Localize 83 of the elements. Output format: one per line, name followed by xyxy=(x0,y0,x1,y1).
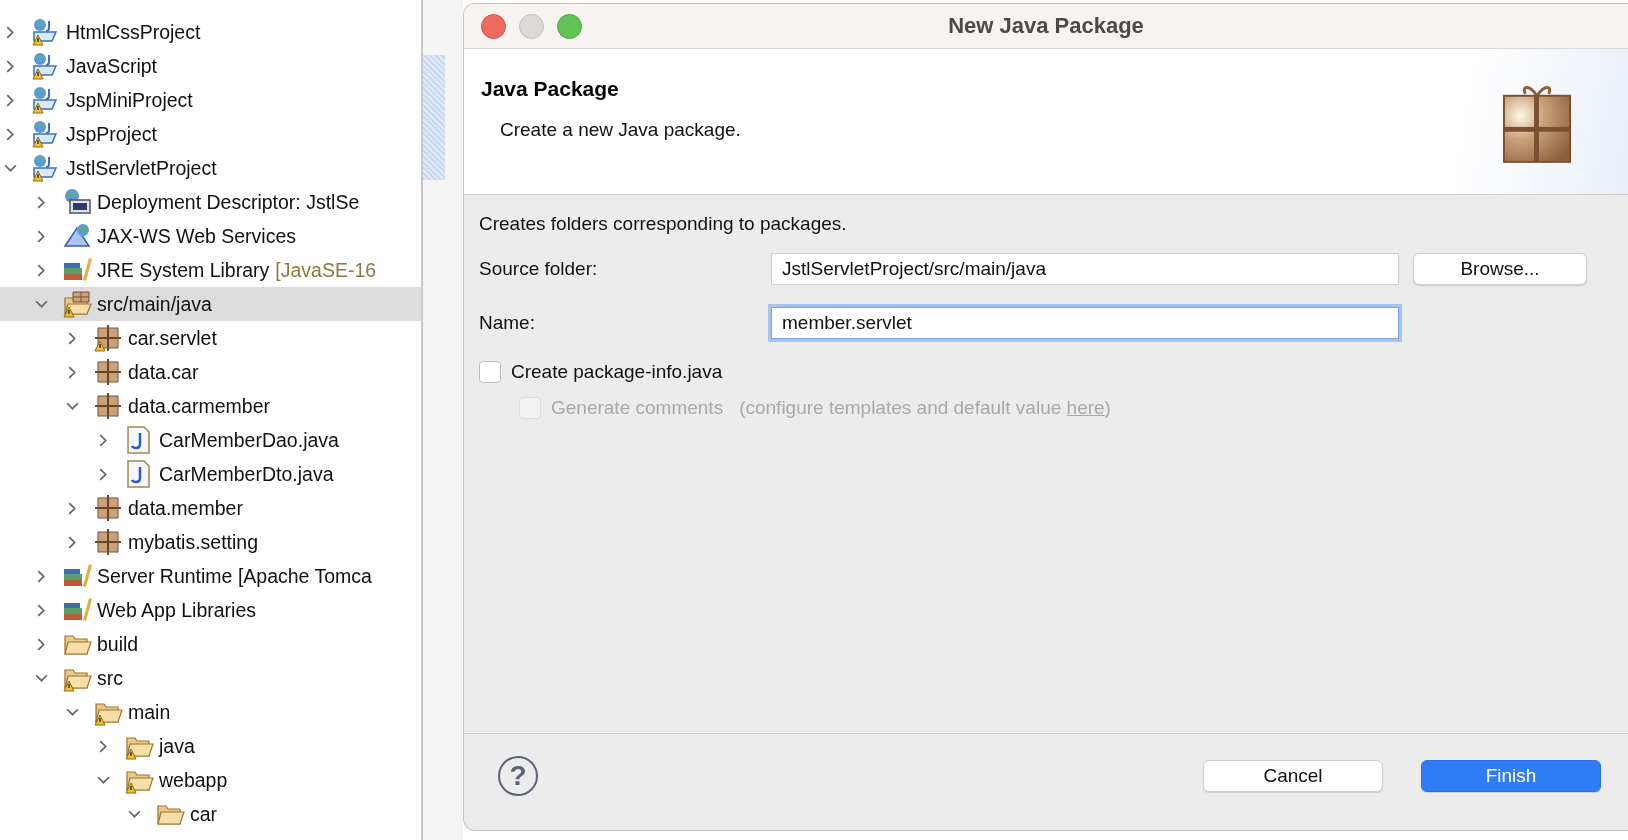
tree-row[interactable]: java xyxy=(0,729,421,763)
expand-chevron-icon[interactable] xyxy=(35,637,48,651)
tree-item-label[interactable]: car xyxy=(190,802,218,826)
tree-item-label[interactable]: data.carmember xyxy=(128,394,270,418)
tree-row[interactable]: Web App Libraries xyxy=(0,593,421,627)
expand-chevron-icon[interactable] xyxy=(35,229,48,243)
tree-item-label[interactable]: JspProject xyxy=(66,122,158,146)
tree-row[interactable]: main xyxy=(0,695,421,729)
finish-button[interactable]: Finish xyxy=(1421,760,1601,792)
expand-chevron-icon[interactable] xyxy=(97,739,110,753)
tree-item-label[interactable]: JstlServletProject xyxy=(66,156,217,180)
checkbox[interactable] xyxy=(479,361,501,383)
tree-item-label[interactable]: java xyxy=(159,734,195,758)
tree-item-label[interactable]: HtmlCssProject xyxy=(66,20,201,44)
tree-item-label[interactable]: webapp xyxy=(159,768,228,792)
expand-chevron-icon[interactable] xyxy=(4,59,17,73)
tree-item-label[interactable]: CarMemberDto.java xyxy=(159,462,334,486)
tree-row[interactable]: JspProject xyxy=(0,117,421,151)
cancel-button[interactable]: Cancel xyxy=(1203,760,1383,792)
checkbox-label: Generate comments xyxy=(551,397,724,419)
tree-row[interactable]: mybatis.setting xyxy=(0,525,421,559)
tree-item-label[interactable]: mybatis.setting xyxy=(128,530,259,554)
hint-text: (configure templates and default value here) xyxy=(739,397,1111,419)
tree-row[interactable]: data.member xyxy=(0,491,421,525)
tree-row[interactable]: Server Runtime [Apache Tomca xyxy=(0,559,421,593)
expand-chevron-icon[interactable] xyxy=(35,263,48,277)
tree-item-label[interactable]: JspMiniProject xyxy=(66,88,193,112)
tree-item-label[interactable]: JAX-WS Web Services xyxy=(97,224,297,248)
tree-row[interactable]: JAX-WS Web Services xyxy=(0,219,421,253)
field-label: Name: xyxy=(479,312,536,334)
page-title: Java Package xyxy=(481,77,620,101)
tree-item-label[interactable]: JRE System Library xyxy=(97,258,270,282)
tree-item-label[interactable]: car.servlet xyxy=(128,326,217,350)
expand-chevron-icon[interactable] xyxy=(66,535,79,549)
tree-row[interactable]: Deployment Descriptor: JstlSe xyxy=(0,185,421,219)
tree-item-label[interactable]: Server Runtime [Apache Tomca xyxy=(97,564,372,588)
name-field[interactable]: member.servlet xyxy=(771,307,1399,339)
tree-item-label[interactable]: data.member xyxy=(128,496,243,520)
tree-item-label[interactable]: Web App Libraries xyxy=(97,598,256,622)
tree-item-label[interactable]: JavaScript xyxy=(66,54,158,78)
tree-row[interactable]: data.car xyxy=(0,355,421,389)
intro-text: Creates folders corresponding to packages. xyxy=(479,213,847,235)
tree-item-label[interactable]: main xyxy=(128,700,171,724)
tree-row[interactable]: CarMemberDto.java xyxy=(0,457,421,491)
tree-item-label[interactable]: Deployment Descriptor: JstlSe xyxy=(97,190,360,214)
tree-item-decoration: [JavaSE-16 xyxy=(275,258,377,282)
tree-row[interactable]: src xyxy=(0,661,421,695)
tree-row[interactable]: JRE System Library [JavaSE-16 xyxy=(0,253,421,287)
expand-chevron-icon[interactable] xyxy=(4,25,17,39)
selected-row[interactable]: src/main/java xyxy=(0,287,421,321)
help-button[interactable]: ? xyxy=(498,756,538,796)
tree-row[interactable]: JstlServletProject xyxy=(0,151,421,185)
tree-row[interactable]: car xyxy=(0,797,421,831)
tree-item-label[interactable]: build xyxy=(97,632,139,656)
expand-chevron-icon[interactable] xyxy=(4,127,17,141)
tree-row[interactable]: car.servlet xyxy=(0,321,421,355)
checkbox-label: Create package-info.java xyxy=(511,361,723,383)
tree-row[interactable]: JavaScript xyxy=(0,49,421,83)
tree-row[interactable]: webapp xyxy=(0,763,421,797)
expand-chevron-icon[interactable] xyxy=(35,195,48,209)
tree-item-label[interactable]: CarMemberDao.java xyxy=(159,428,339,452)
tree-item-label[interactable]: data.car xyxy=(128,360,199,384)
tree-row[interactable]: build xyxy=(0,627,421,661)
expand-chevron-icon[interactable] xyxy=(97,467,110,481)
tree-item-label[interactable]: src xyxy=(97,666,123,690)
page-description: Create a new Java package. xyxy=(499,119,741,141)
close-button[interactable] xyxy=(481,13,506,39)
window-title: New Java Package xyxy=(948,13,1144,39)
expand-chevron-icon[interactable] xyxy=(66,501,79,515)
field-label: Source folder: xyxy=(479,258,599,280)
tree-row[interactable]: HtmlCssProject xyxy=(0,15,421,49)
expand-chevron-icon[interactable] xyxy=(66,331,79,345)
expand-chevron-icon[interactable] xyxy=(35,603,48,617)
source-folder-field[interactable]: JstlServletProject/src/main/java xyxy=(771,253,1399,285)
tree-item-label[interactable]: src/main/java xyxy=(97,292,212,316)
browse-button[interactable]: Browse... xyxy=(1413,253,1587,285)
expand-chevron-icon[interactable] xyxy=(35,569,48,583)
expand-chevron-icon[interactable] xyxy=(4,93,17,107)
expand-chevron-icon[interactable] xyxy=(66,365,79,379)
expand-chevron-icon[interactable] xyxy=(97,433,110,447)
tree-row[interactable]: JspMiniProject xyxy=(0,83,421,117)
tree-row[interactable]: CarMemberDao.java xyxy=(0,423,421,457)
tree-row[interactable]: data.carmember xyxy=(0,389,421,423)
